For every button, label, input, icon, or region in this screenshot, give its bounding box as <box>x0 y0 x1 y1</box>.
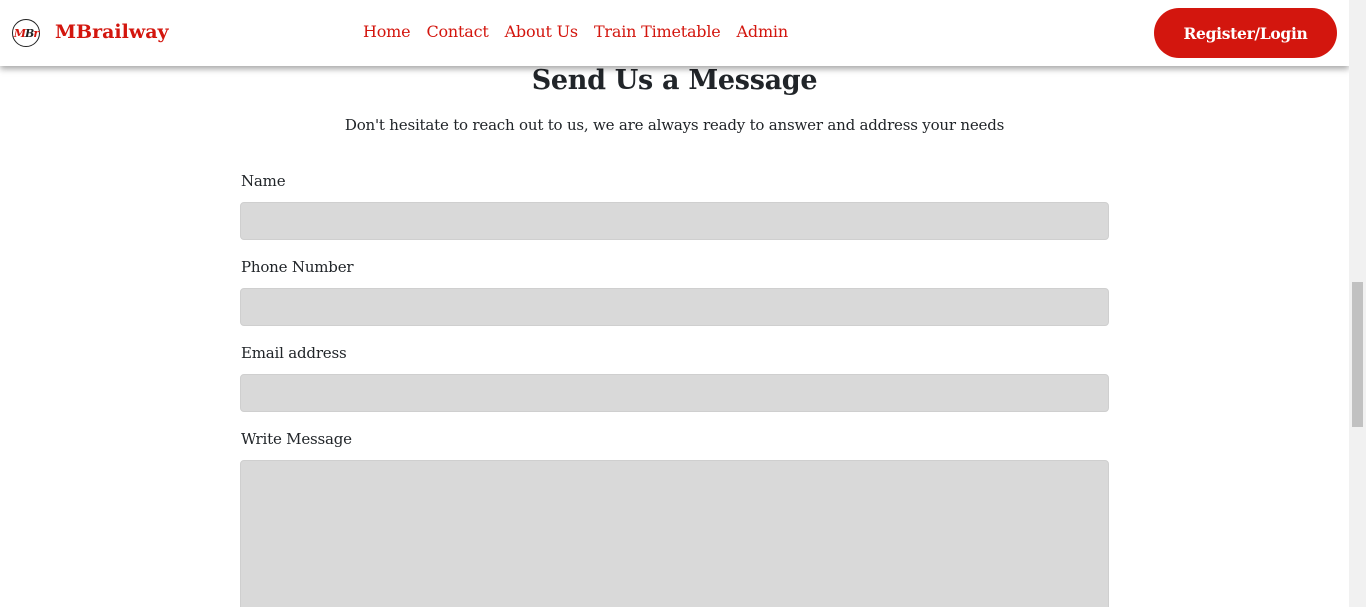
register-login-button[interactable]: Register/Login <box>1154 8 1337 58</box>
nav-links: Home Contact About Us Train Timetable Ad… <box>363 22 804 42</box>
logo-letter-r: r <box>33 26 39 40</box>
logo-letter-b: B <box>25 26 34 40</box>
phone-field[interactable] <box>240 288 1109 326</box>
brand-name[interactable]: MBrailway <box>55 20 169 44</box>
nav-link-contact[interactable]: Contact <box>426 22 488 42</box>
scrollbar-thumb[interactable] <box>1352 282 1363 427</box>
page-subtitle: Don't hesitate to reach out to us, we ar… <box>344 116 1005 134</box>
logo-letter-m: M <box>13 26 26 40</box>
phone-label: Phone Number <box>241 258 354 276</box>
nav-link-home[interactable]: Home <box>363 22 411 42</box>
contact-page: MBr MBrailway Home Contact About Us Trai… <box>0 0 1366 607</box>
nav-link-train-timetable[interactable]: Train Timetable <box>594 22 721 42</box>
page-scrollbar[interactable] <box>1349 0 1366 607</box>
mbr-logo-icon[interactable]: MBr <box>12 19 40 47</box>
nav-link-admin[interactable]: Admin <box>737 22 789 42</box>
name-label: Name <box>241 172 286 190</box>
email-label: Email address <box>241 344 347 362</box>
email-field[interactable] <box>240 374 1109 412</box>
message-textarea[interactable] <box>240 460 1109 607</box>
nav-link-about-us[interactable]: About Us <box>505 22 579 42</box>
page-title: Send Us a Message <box>531 65 818 96</box>
navbar: MBr MBrailway Home Contact About Us Trai… <box>0 0 1349 66</box>
name-field[interactable] <box>240 202 1109 240</box>
message-label: Write Message <box>241 430 352 448</box>
